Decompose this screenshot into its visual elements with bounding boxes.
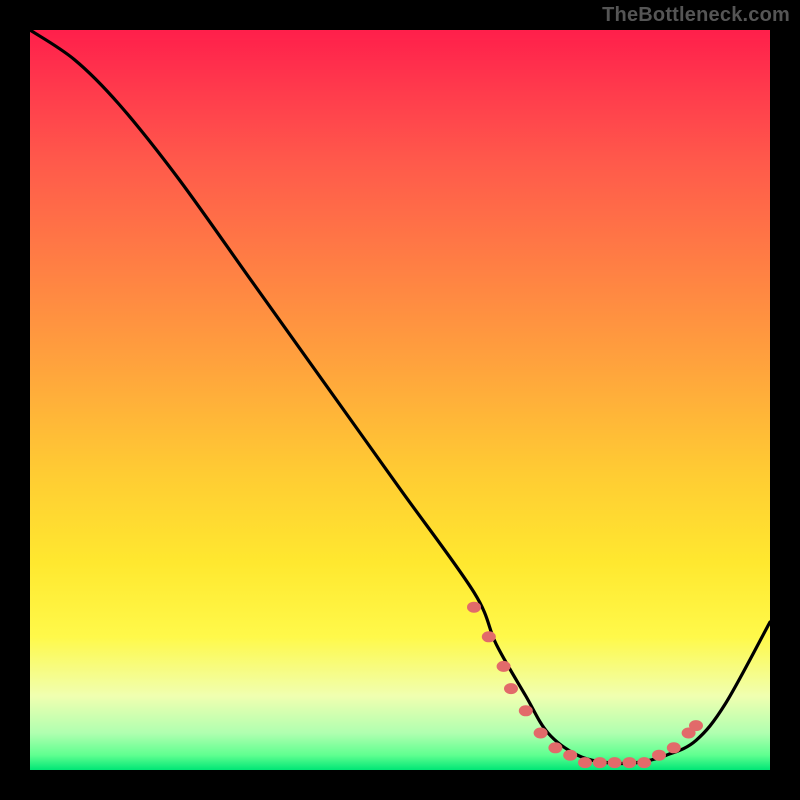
- marker-dot: [593, 757, 607, 768]
- marker-dot: [548, 742, 562, 753]
- watermark-text: TheBottleneck.com: [602, 4, 790, 27]
- marker-dot: [622, 757, 636, 768]
- marker-dot: [608, 757, 622, 768]
- marker-dot: [563, 750, 577, 761]
- marker-dot: [534, 728, 548, 739]
- marker-dot: [504, 683, 518, 694]
- bottleneck-curve-path: [30, 30, 770, 764]
- marker-dot: [497, 661, 511, 672]
- marker-dot: [689, 720, 703, 731]
- marker-dot: [667, 742, 681, 753]
- marker-dot: [519, 705, 533, 716]
- marker-dot: [467, 602, 481, 613]
- marker-dot: [637, 757, 651, 768]
- marker-dot: [578, 757, 592, 768]
- marker-dot: [652, 750, 666, 761]
- marker-dots: [467, 602, 703, 768]
- curve-layer: [30, 30, 770, 770]
- marker-dot: [482, 631, 496, 642]
- chart-frame: TheBottleneck.com: [0, 0, 800, 800]
- plot-area: [30, 30, 770, 770]
